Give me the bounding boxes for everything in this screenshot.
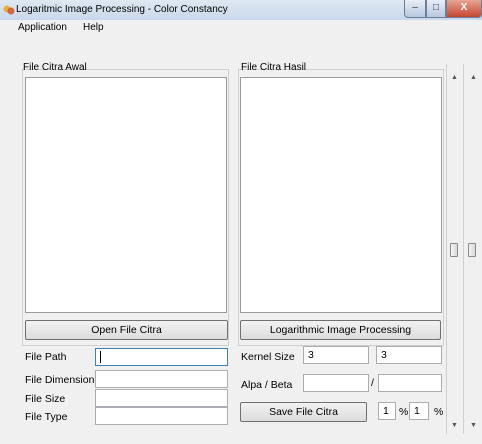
file-type-field[interactable] xyxy=(95,407,228,425)
scrollbar-track-2[interactable] xyxy=(463,64,464,434)
menu-help[interactable]: Help xyxy=(83,22,104,33)
file-size-label: File Size xyxy=(25,393,66,405)
kernel-size-label: Kernel Size xyxy=(241,351,295,363)
text-caret xyxy=(100,351,101,364)
right-panel-label: File Citra Hasil xyxy=(241,62,307,73)
scroll-up-icon[interactable]: ▲ xyxy=(470,74,477,81)
scrollbar-track-1[interactable] xyxy=(446,64,447,434)
menu-bar: Application Help xyxy=(0,20,482,36)
window-title: Logaritmic Image Processing - Color Cons… xyxy=(16,4,228,15)
main-window: Logaritmic Image Processing - Color Cons… xyxy=(0,0,482,444)
process-button[interactable]: Logarithmic Image Processing xyxy=(240,320,441,340)
maximize-button[interactable]: □ xyxy=(426,0,446,18)
alpha-beta-label: Alpa / Beta xyxy=(241,379,293,391)
file-path-label: File Path xyxy=(25,351,67,363)
percent-2-label: % xyxy=(434,406,444,418)
kernel-height-field[interactable]: 3 xyxy=(376,346,442,364)
file-size-field[interactable] xyxy=(95,389,228,407)
alpha-field[interactable] xyxy=(303,374,369,392)
close-button[interactable]: X xyxy=(446,0,482,18)
alpha-beta-separator: / xyxy=(371,377,374,389)
scroll-up-icon[interactable]: ▲ xyxy=(451,74,458,81)
menu-application[interactable]: Application xyxy=(18,22,67,33)
kernel-width-field[interactable]: 3 xyxy=(303,346,369,364)
beta-field[interactable] xyxy=(378,374,442,392)
file-dimension-label: File Dimension xyxy=(25,374,95,386)
scroll-thumb-2[interactable] xyxy=(468,243,476,257)
scroll-down-icon[interactable]: ▼ xyxy=(451,422,458,429)
open-file-button[interactable]: Open File Citra xyxy=(25,320,228,340)
percent-1-label: % xyxy=(399,406,409,418)
left-panel-label: File Citra Awal xyxy=(23,62,87,73)
save-percent-1-field[interactable]: 1 xyxy=(378,402,396,420)
title-bar[interactable]: Logaritmic Image Processing - Color Cons… xyxy=(0,0,482,20)
file-type-label: File Type xyxy=(25,411,68,423)
file-dimension-field[interactable] xyxy=(95,370,228,388)
file-path-field[interactable] xyxy=(95,348,228,366)
save-file-button[interactable]: Save File Citra xyxy=(240,402,367,422)
scroll-thumb-1[interactable] xyxy=(450,243,458,257)
app-icon xyxy=(3,5,15,15)
minimize-button[interactable]: – xyxy=(404,0,426,18)
save-percent-2-field[interactable]: 1 xyxy=(409,402,429,420)
scroll-down-icon[interactable]: ▼ xyxy=(470,422,477,429)
original-image-box xyxy=(25,77,227,313)
result-image-box xyxy=(240,77,442,313)
